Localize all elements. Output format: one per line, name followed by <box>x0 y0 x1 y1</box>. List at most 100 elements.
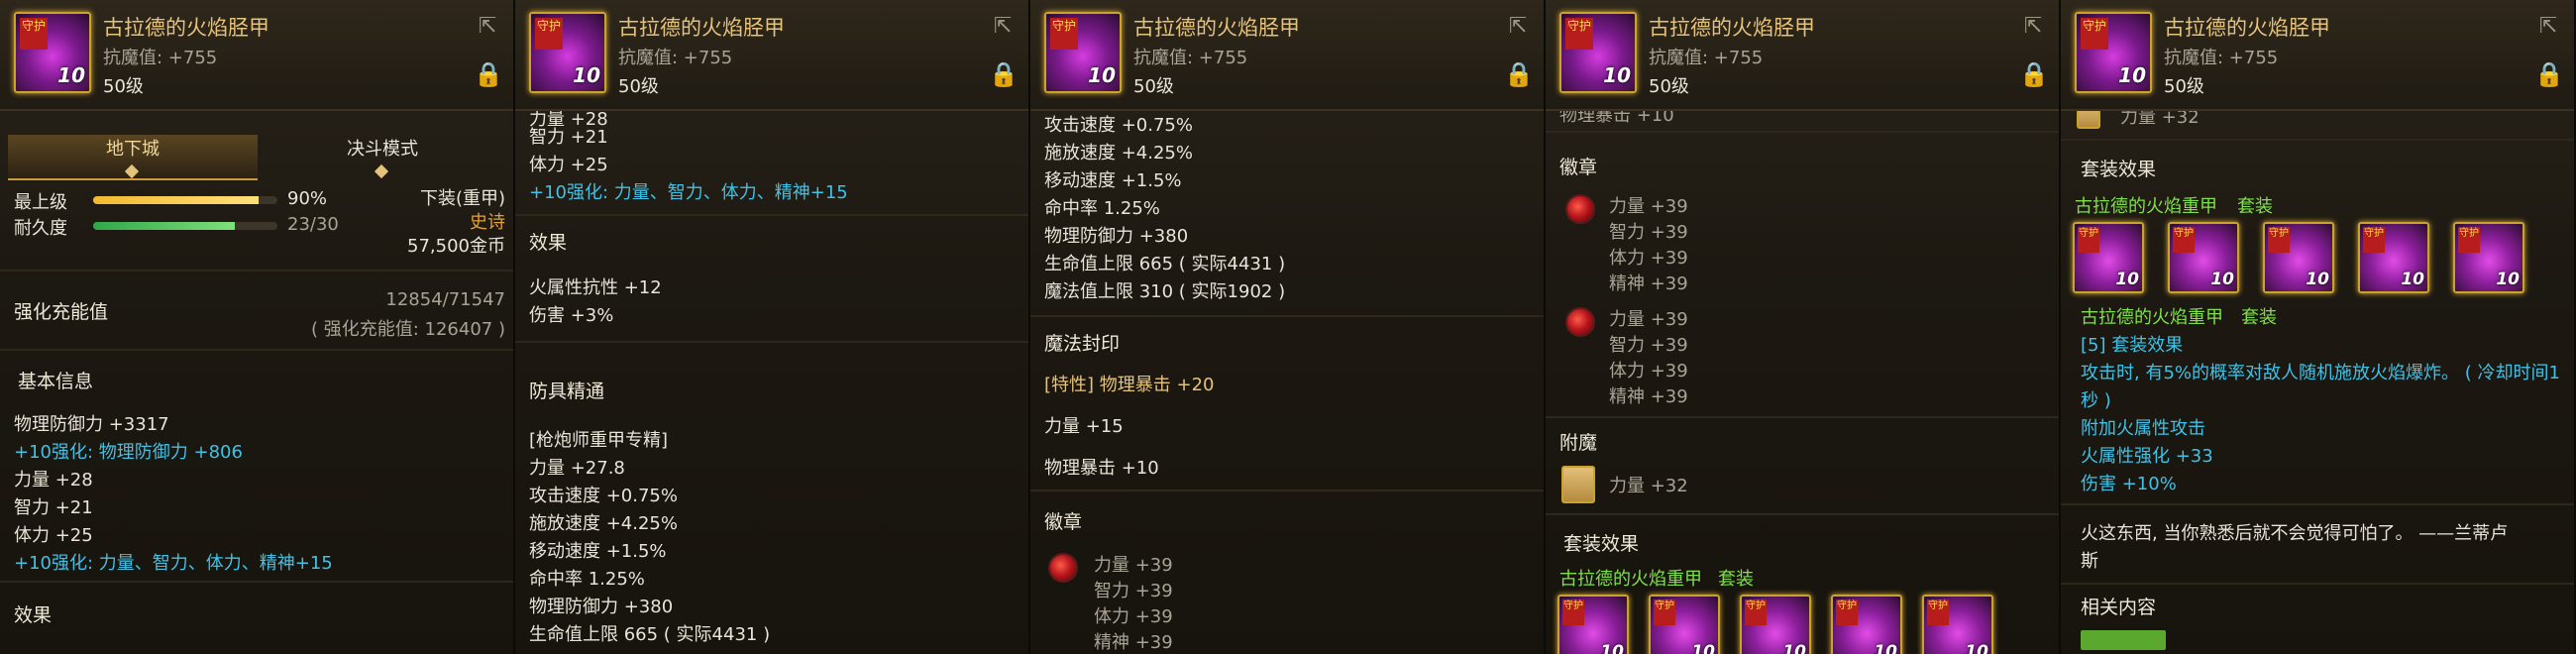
icon-level: 10 <box>573 63 600 87</box>
stat-line: 体力 +25 <box>529 155 608 175</box>
mastery-line: [枪炮师重甲专精] <box>529 430 669 451</box>
panel-body: 力量 +28 智力 +21 体力 +25 +10强化: 力量、智力、体力、精神+… <box>515 111 1028 654</box>
related-title: 相关内容 <box>2081 597 2157 618</box>
top-grade-label: 最上级 <box>14 192 67 213</box>
set-sub-name: 古拉德的火焰重甲 <box>2081 307 2223 328</box>
item-icon: 守护 10 <box>2075 12 2152 93</box>
charge-value: 12854/71547 <box>385 289 505 310</box>
set-effect-title: [5] 套装效果 <box>2081 335 2184 356</box>
item-resist: 抗魔值: +755 <box>103 48 218 68</box>
set-desc-line: 攻击时, 有5%的概率对敌人随机施放火焰爆炸。 ( 冷却时间1 <box>2081 363 2560 383</box>
set-item-icon[interactable]: 守护 10 <box>2263 222 2334 293</box>
mastery-line: 力量 +27.8 <box>529 458 625 479</box>
item-header: 守护 10 古拉德的火焰胫甲 抗魔值: +755 50级 ⇱ 🔒 <box>1030 0 1544 111</box>
set-item-icon[interactable]: 守护 10 <box>2358 222 2429 293</box>
stat-line: 物理防御力 +380 <box>1044 226 1189 247</box>
item-icon: 守护 10 <box>529 12 606 93</box>
lock-icon[interactable]: 🔒 <box>989 59 1019 89</box>
set-item-icon[interactable]: 守护 10 <box>2073 222 2144 293</box>
item-name: 古拉德的火焰胫甲 <box>103 16 269 40</box>
set-item-icon[interactable]: 守护 10 <box>1922 595 1993 654</box>
emblem-title: 徽章 <box>1044 511 1083 533</box>
item-name: 古拉德的火焰胫甲 <box>618 16 785 40</box>
mastery-line: 生命值上限 665 ( 实际4431 ) <box>529 624 771 645</box>
tab-dungeon[interactable]: 地下城 <box>8 135 258 180</box>
divider <box>2061 503 2574 505</box>
tab-pvp[interactable]: 决斗模式 <box>258 135 507 179</box>
durability-bar <box>93 222 277 230</box>
set-item-icon[interactable]: 守护 10 <box>1649 595 1720 654</box>
stat-line: 物理防御力 +3317 <box>14 414 169 435</box>
top-grade-bar <box>93 196 277 204</box>
charge-label: 强化充能值 <box>14 301 109 323</box>
item-resist: 抗魔值: +755 <box>2164 48 2279 68</box>
share-icon[interactable]: ⇱ <box>2019 14 2047 40</box>
emblem-line: 精神 +39 <box>1609 273 1688 294</box>
divider <box>0 581 513 583</box>
item-level: 50级 <box>2164 76 2204 97</box>
mastery-line: 施放速度 +4.25% <box>529 513 678 534</box>
tooltip-strip: 守护 10 古拉德的火焰胫甲 抗魔值: +755 50级 ⇱ 🔒 地下城 决斗模… <box>0 0 2576 654</box>
lock-icon[interactable]: 🔒 <box>474 59 503 89</box>
icon-level: 10 <box>1691 642 1715 654</box>
top-grade-pct: 90% <box>287 188 328 209</box>
related-link-button[interactable] <box>2081 630 2166 650</box>
set-sub-tag: 套装 <box>2241 307 2277 328</box>
icon-level: 10 <box>1965 642 1988 654</box>
stat-line: 智力 +21 <box>529 127 608 148</box>
enchant-title: 附魔 <box>1559 432 1598 454</box>
set-item-icon[interactable]: 守护 10 <box>1831 595 1902 654</box>
item-resist: 抗魔值: +755 <box>1133 48 1248 68</box>
set-item-icon[interactable]: 守护 10 <box>2168 222 2239 293</box>
durability-value: 23/30 <box>287 214 339 235</box>
stat-line: 智力 +21 <box>14 497 93 518</box>
ribbon-label: 守护 <box>2458 227 2480 253</box>
ribbon-label: 守护 <box>1745 600 1767 625</box>
stat-line: +10强化: 力量、智力、体力、精神+15 <box>529 182 848 203</box>
item-name: 古拉德的火焰胫甲 <box>1133 16 1300 40</box>
share-icon[interactable]: ⇱ <box>989 14 1017 40</box>
icon-level: 10 <box>1874 642 1897 654</box>
item-header: 守护 10 古拉德的火焰胫甲 抗魔值: +755 50级 ⇱ 🔒 <box>0 0 513 111</box>
stat-line-partial: 物理暴击 +10 <box>1559 111 1674 126</box>
stat-line: 施放速度 +4.25% <box>1044 143 1193 164</box>
panel-body: 物理暴击 +10 徽章 力量 +39 智力 +39 体力 +39 精神 +39 … <box>1546 111 2059 654</box>
share-icon[interactable]: ⇱ <box>474 14 501 40</box>
set-title: 套装效果 <box>2081 159 2157 180</box>
durability-fill <box>93 222 235 230</box>
share-icon[interactable]: ⇱ <box>1504 14 1532 40</box>
item-icon: 守护 10 <box>14 12 91 93</box>
share-icon[interactable]: ⇱ <box>2534 14 2562 40</box>
enchant-card-icon <box>1561 466 1595 503</box>
lock-icon[interactable]: 🔒 <box>2534 59 2564 89</box>
top-grade-fill <box>93 196 260 204</box>
set-item-icon[interactable]: 守护 10 <box>1740 595 1811 654</box>
lock-icon[interactable]: 🔒 <box>1504 59 1534 89</box>
emblem-gem-icon <box>1565 307 1595 337</box>
seal-line: 物理暴击 +10 <box>1044 458 1159 479</box>
mastery-line: 攻击速度 +0.75% <box>529 486 678 506</box>
divider <box>515 341 1028 343</box>
stat-line: +10强化: 物理防御力 +806 <box>14 442 243 463</box>
emblem-gem-icon <box>1565 194 1595 224</box>
icon-level: 10 <box>1782 642 1806 654</box>
lock-icon[interactable]: 🔒 <box>2019 59 2049 89</box>
price: 57,500金币 <box>407 236 505 257</box>
emblem-line: 智力 +39 <box>1609 222 1688 243</box>
divider <box>1546 416 2059 418</box>
stat-line: 命中率 1.25% <box>1044 198 1160 219</box>
ribbon-label: 守护 <box>2173 227 2195 253</box>
mastery-line: 物理防御力 +380 <box>529 597 674 617</box>
seal-line: 力量 +15 <box>1044 416 1124 437</box>
set-item-icon[interactable]: 守护 10 <box>2453 222 2524 293</box>
item-level: 50级 <box>1649 76 1689 97</box>
tooltip-panel-4: 守护 10 古拉德的火焰胫甲 抗魔值: +755 50级 ⇱ 🔒 物理暴击 +1… <box>1546 0 2061 654</box>
rarity: 史诗 <box>470 212 505 233</box>
ribbon-label: 守护 <box>535 18 563 50</box>
effect-title: 效果 <box>529 232 568 254</box>
basic-info-title: 基本信息 <box>18 371 94 392</box>
icon-level: 10 <box>1600 642 1624 654</box>
icon-level: 10 <box>1603 63 1631 87</box>
icon-level: 10 <box>2496 270 2520 289</box>
set-item-icon[interactable]: 守护 10 <box>1557 595 1629 654</box>
